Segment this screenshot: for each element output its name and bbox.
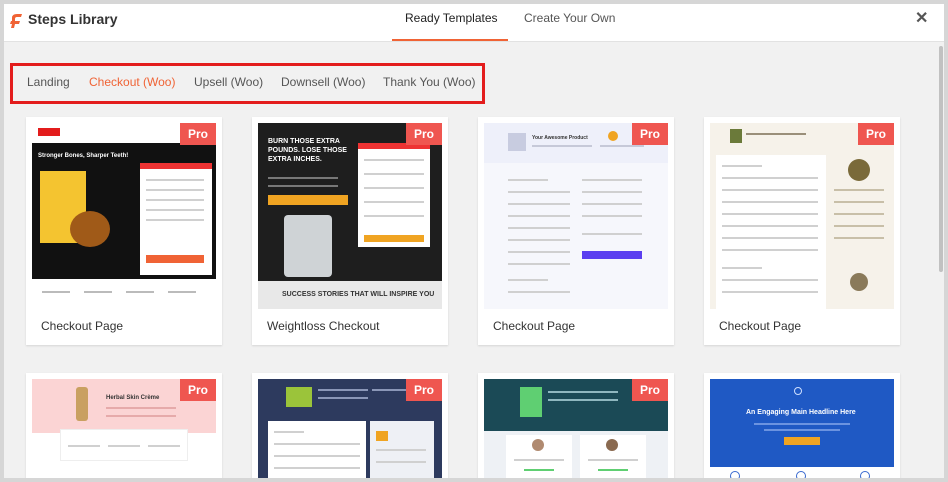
tab-create-your-own[interactable]: Create Your Own — [524, 11, 615, 25]
template-card[interactable]: Pro — [478, 373, 674, 478]
filter-thank-you-woo[interactable]: Thank You (Woo) — [383, 75, 476, 89]
thumbnail-headline: BURN THOSE EXTRA POUNDS. LOSE THOSE EXTR… — [268, 138, 347, 163]
pro-badge: Pro — [180, 379, 216, 401]
thumbnail-footer: SUCCESS STORIES THAT WILL INSPIRE YOU — [282, 291, 435, 298]
tab-ready-templates[interactable]: Ready Templates — [405, 11, 498, 25]
template-card[interactable]: Your Awesome Product Pro Checkout Page — [478, 117, 674, 345]
template-card[interactable]: Stronger Bones, Sharper Teeth! Pro Check… — [26, 117, 222, 345]
close-icon[interactable]: ✕ — [915, 8, 928, 28]
filter-landing[interactable]: Landing — [27, 75, 70, 89]
template-thumbnail: Your Awesome Product — [484, 123, 668, 309]
pro-badge: Pro — [406, 379, 442, 401]
scrollbar-thumb[interactable] — [939, 46, 943, 272]
template-thumbnail: An Engaging Main Headline Here — [710, 379, 894, 478]
template-title: Weightloss Checkout — [267, 319, 380, 333]
pro-badge: Pro — [632, 379, 668, 401]
template-thumbnail: Stronger Bones, Sharper Teeth! — [32, 123, 216, 309]
thumbnail-headline: Herbal Skin Crème — [106, 395, 160, 401]
filter-upsell-woo[interactable]: Upsell (Woo) — [194, 75, 263, 89]
template-card[interactable]: An Engaging Main Headline Here — [704, 373, 900, 478]
pro-badge: Pro — [180, 123, 216, 145]
template-title: Checkout Page — [41, 319, 124, 333]
template-card[interactable]: Pro Checkout Page — [704, 117, 900, 345]
template-thumbnail — [710, 123, 894, 309]
cartflows-logo-icon — [10, 14, 22, 28]
thumbnail-headline: Your Awesome Product — [532, 135, 588, 141]
pro-badge: Pro — [632, 123, 668, 145]
modal-title: Steps Library — [28, 11, 118, 27]
steps-library-modal: Steps Library Ready Templates Create You… — [0, 0, 948, 482]
pro-badge: Pro — [406, 123, 442, 145]
filter-downsell-woo[interactable]: Downsell (Woo) — [281, 75, 365, 89]
filter-checkout-woo[interactable]: Checkout (Woo) — [89, 75, 175, 89]
modal-header: Steps Library Ready Templates Create You… — [4, 4, 944, 42]
template-title: Checkout Page — [719, 319, 802, 333]
template-card[interactable]: Pro — [252, 373, 448, 478]
template-thumbnail: BURN THOSE EXTRA POUNDS. LOSE THOSE EXTR… — [258, 123, 442, 309]
thumbnail-headline: An Engaging Main Headline Here — [746, 409, 856, 416]
thumbnail-headline: Stronger Bones, Sharper Teeth! — [38, 153, 129, 159]
template-card[interactable]: Herbal Skin Crème Pro — [26, 373, 222, 478]
active-tab-indicator — [392, 39, 508, 41]
template-card[interactable]: BURN THOSE EXTRA POUNDS. LOSE THOSE EXTR… — [252, 117, 448, 345]
pro-badge: Pro — [858, 123, 894, 145]
template-title: Checkout Page — [493, 319, 576, 333]
